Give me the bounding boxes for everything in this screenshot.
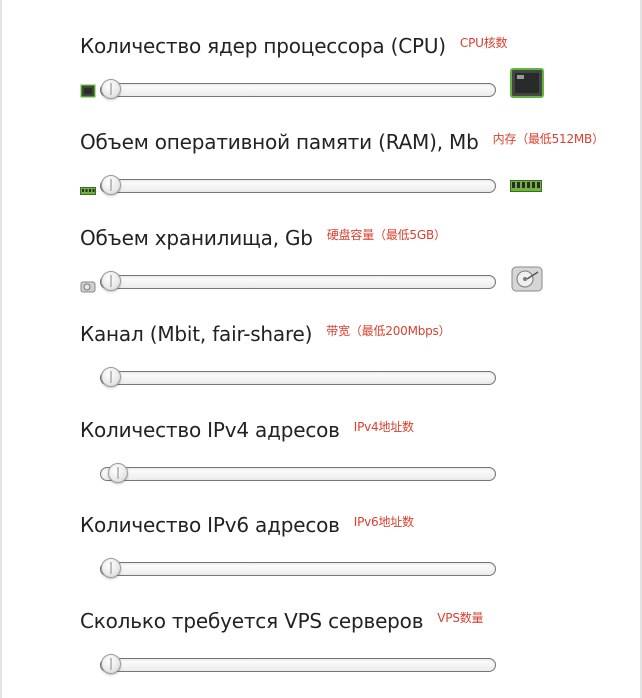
ipv4-note: IPv4地址数: [353, 420, 414, 434]
storage-section: Объем хранилища, Gb 硬盘容量（最低5GB）: [80, 226, 620, 306]
large-ram-module-icon: [510, 179, 542, 197]
storage-slider-row: [80, 266, 550, 300]
storage-note: 硬盘容量（最低5GB）: [326, 228, 446, 242]
ipv6-title: Количество IPv6 адресов: [80, 513, 340, 537]
ipv6-slider-handle[interactable]: [101, 558, 121, 578]
channel-slider-handle[interactable]: [101, 367, 121, 387]
channel-note: 带宽（最低200Mbps）: [326, 324, 451, 338]
vps-count-slider-handle[interactable]: [101, 654, 121, 674]
ipv6-heading: Количество IPv6 адресов IPv6地址数: [80, 513, 414, 538]
vps-count-note: VPS数量: [437, 611, 484, 625]
ram-slider-row: [80, 170, 550, 204]
large-cpu-chip-icon: [510, 68, 544, 103]
large-hard-disk-icon: [510, 264, 544, 299]
ipv6-note: IPv6地址数: [353, 515, 414, 529]
ram-section: Объем оперативной памяти (RAM), Mb 内存（最低5…: [80, 130, 620, 210]
small-cpu-chip-icon: [80, 84, 96, 103]
ipv4-heading: Количество IPv4 адресов IPv4地址数: [80, 418, 414, 443]
ram-slider-track[interactable]: [100, 179, 496, 193]
ram-heading: Объем оперативной памяти (RAM), Mb 内存（最低5…: [80, 130, 604, 155]
ipv4-title: Количество IPv4 адресов: [80, 418, 340, 442]
ipv4-slider-row: [80, 458, 550, 492]
storage-slider-track[interactable]: [100, 275, 496, 289]
vps-count-section: Сколько требуется VPS серверов VPS数量: [80, 609, 620, 689]
vps-count-heading: Сколько требуется VPS серверов VPS数量: [80, 609, 484, 634]
vps-count-slider-row: [80, 649, 550, 683]
channel-slider-row: [80, 362, 550, 396]
cpu-cores-section: Количество ядер процессора (CPU) CPU核数: [80, 34, 620, 114]
cpu-cores-note: CPU核数: [459, 36, 508, 50]
vps-count-slider-track[interactable]: [100, 658, 496, 672]
ipv6-slider-track[interactable]: [100, 562, 496, 576]
cpu-cores-slider-track[interactable]: [100, 83, 496, 97]
channel-title: Канал (Mbit, fair-share): [80, 322, 313, 346]
ram-slider-handle[interactable]: [101, 175, 121, 195]
cpu-cores-slider-row: [80, 68, 550, 108]
cpu-cores-slider-handle[interactable]: [101, 79, 121, 99]
ipv6-section: Количество IPv6 адресов IPv6地址数: [80, 513, 620, 593]
cpu-cores-title: Количество ядер процессора (CPU): [80, 34, 446, 58]
storage-title: Объем хранилища, Gb: [80, 226, 313, 250]
ipv4-slider-track[interactable]: [100, 467, 496, 481]
ipv6-slider-row: [80, 553, 550, 587]
cpu-cores-heading: Количество ядер процессора (CPU) CPU核数: [80, 34, 508, 59]
small-hard-disk-icon: [80, 280, 96, 298]
vps-count-title: Сколько требуется VPS серверов: [80, 609, 424, 633]
channel-heading: Канал (Mbit, fair-share) 带宽（最低200Mbps）: [80, 322, 451, 347]
channel-slider-track[interactable]: [100, 371, 496, 385]
storage-slider-handle[interactable]: [101, 271, 121, 291]
storage-heading: Объем хранилища, Gb 硬盘容量（最低5GB）: [80, 226, 446, 251]
small-ram-module-icon: [80, 182, 96, 200]
page-border-left: [0, 0, 2, 698]
ram-note: 内存（最低512MB）: [492, 132, 604, 146]
ipv4-section: Количество IPv4 адресов IPv4地址数: [80, 418, 620, 498]
ram-title: Объем оперативной памяти (RAM), Mb: [80, 130, 479, 154]
channel-section: Канал (Mbit, fair-share) 带宽（最低200Mbps）: [80, 322, 620, 402]
